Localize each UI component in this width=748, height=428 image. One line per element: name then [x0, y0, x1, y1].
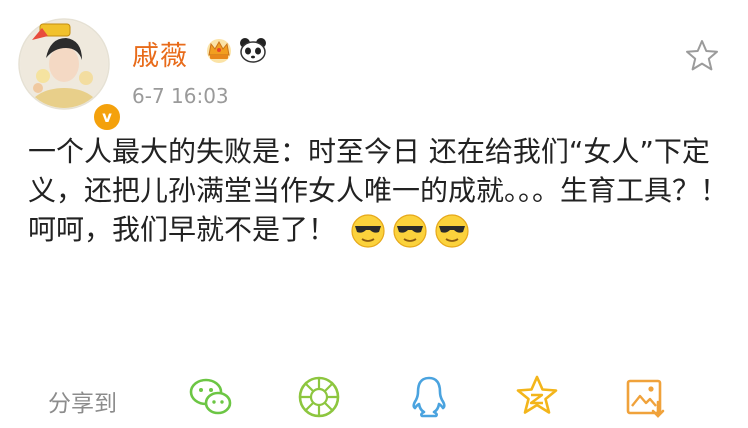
emoji-group	[350, 213, 470, 249]
sunglasses-emoji	[434, 213, 470, 249]
weibo-post-card: v 戚薇 6-7 16:03 一个人最大的失败是：时至今日 还在给我们“女人”下…	[0, 0, 748, 428]
avatar-image	[18, 18, 110, 110]
crown-icon[interactable]	[204, 36, 234, 64]
moments-icon[interactable]	[294, 372, 344, 422]
share-label: 分享到	[48, 391, 117, 417]
post-timestamp: 6-7 16:03	[132, 84, 229, 108]
sunglasses-emoji	[392, 213, 428, 249]
avatar[interactable]: v	[18, 18, 122, 132]
verified-badge-icon: v	[92, 102, 122, 132]
post-text-block: 一个人最大的失败是：时至今日 还在给我们“女人”下定义，还把儿孙满堂当作女人唯一…	[28, 132, 728, 249]
wechat-icon[interactable]	[186, 372, 236, 422]
panda-icon[interactable]	[238, 36, 268, 64]
user-badges	[204, 36, 268, 64]
image-save-icon[interactable]	[620, 372, 670, 422]
sunglasses-emoji	[350, 213, 386, 249]
qzone-icon[interactable]	[512, 372, 562, 422]
star-outline-icon[interactable]	[684, 38, 720, 74]
author-name[interactable]: 戚薇	[132, 34, 188, 73]
qq-icon[interactable]	[404, 372, 454, 422]
